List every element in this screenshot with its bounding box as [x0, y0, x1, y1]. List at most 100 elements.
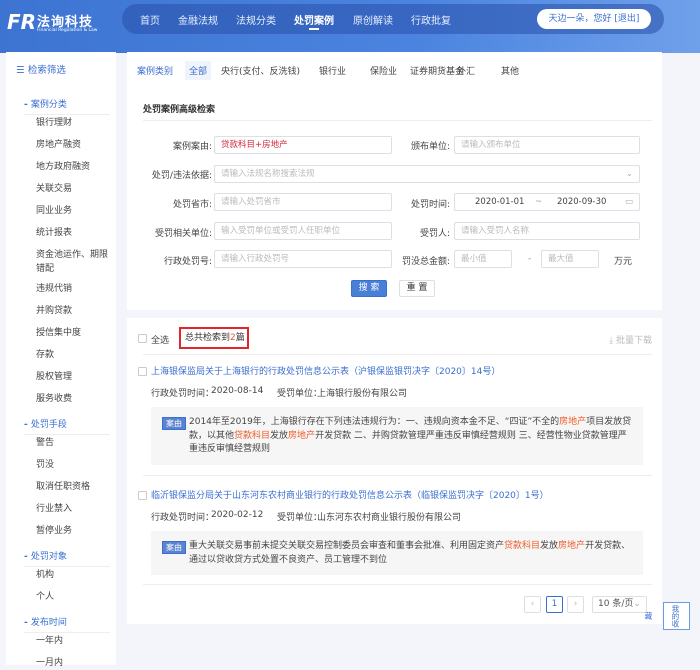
logo-subtext: Financial Regulation & Law — [37, 28, 98, 33]
penalty-time-label: 行政处罚时间： — [151, 389, 215, 399]
divider — [143, 120, 652, 121]
collapse-icon: - — [24, 100, 31, 110]
category-tab[interactable]: 全部 — [185, 61, 212, 80]
case-reason-input[interactable]: 贷款科目+房地产 — [214, 136, 392, 154]
page-size-select[interactable]: 10 条/页⌄ — [592, 596, 647, 613]
reset-button[interactable]: 重 置 — [399, 280, 435, 297]
date-separator: ~ — [535, 197, 543, 207]
amount-min-input[interactable]: 最小值 — [454, 250, 512, 268]
filter-item[interactable]: 一年内 — [36, 634, 111, 648]
date-range-picker[interactable]: 2020-01-01 ~ 2020-09-30 ▭ — [454, 193, 640, 211]
filter-section-title: 处罚对象 — [30, 552, 67, 562]
count-prefix: 总共检索到 — [185, 333, 231, 343]
filter-item[interactable]: 取消任职资格 — [36, 480, 111, 494]
batch-download-button[interactable]: ⤓ 批量下载 — [609, 333, 652, 346]
filter-item[interactable]: 机构 — [36, 568, 111, 582]
filter-item[interactable]: 授信集中度 — [36, 326, 111, 340]
select-all-checkbox[interactable] — [138, 334, 147, 343]
province-input[interactable]: 请输入处罚省市 — [214, 193, 392, 211]
filter-item[interactable]: 股权管理 — [36, 370, 111, 384]
nav-penalty-cases[interactable]: 处罚案例 — [294, 12, 334, 30]
person-label: 受罚人: — [419, 229, 450, 239]
person-input[interactable]: 请输入受罚人名称 — [454, 222, 640, 240]
nav-financial-laws[interactable]: 金融法规 — [178, 12, 218, 27]
filter-item[interactable]: 同业业务 — [36, 204, 111, 218]
date-to[interactable]: 2020-09-30 — [557, 194, 606, 210]
basis-select[interactable]: 请输入法规名称搜索法规 ⌄ — [214, 165, 640, 183]
filter-item[interactable]: 房地产融资 — [36, 138, 111, 152]
nav-original-analysis[interactable]: 原创解读 — [353, 12, 393, 27]
category-tab[interactable]: 其他 — [501, 64, 519, 77]
filter-item[interactable]: 资金池运作、期限错配 — [36, 248, 111, 276]
filter-item[interactable]: 个人 — [36, 590, 111, 604]
divider — [143, 584, 652, 585]
page-1-button[interactable]: 1 — [546, 596, 563, 613]
case-summary: 案由 重大关联交易事前未提交关联交易控制委员会审查和董事会批准、利用固定资产贷款科… — [151, 531, 643, 575]
divider — [143, 475, 652, 476]
filter-section-header[interactable]: - 案例分类 — [24, 97, 110, 115]
filter-item[interactable]: 违规代销 — [36, 282, 111, 296]
nav-admin-replies[interactable]: 行政批复 — [411, 12, 451, 27]
collapse-icon: - — [24, 618, 31, 628]
filter-section-header[interactable]: - 处罚手段 — [24, 417, 110, 435]
result-title-link[interactable]: 上海银保监局关于上海银行的行政处罚信息公示表（沪银保监银罚决字〔2020〕14号… — [151, 364, 500, 377]
filter-item[interactable]: 地方政府融资 — [36, 160, 111, 174]
amount-max-input[interactable]: 最大值 — [541, 250, 599, 268]
case-category-label: 案例类别 — [137, 67, 174, 77]
next-page-button[interactable]: › — [567, 596, 584, 613]
summary-text: 重大关联交易事前未提交关联交易控制委员会审查和董事会批准、利用固定资产 — [189, 541, 505, 551]
case-reason-tag: 案由 — [162, 541, 186, 554]
basis-placeholder: 请输入法规名称搜索法规 — [221, 169, 315, 179]
result-checkbox[interactable] — [138, 491, 147, 500]
amount-separator: - — [528, 254, 532, 264]
category-tab[interactable]: 外汇 — [457, 64, 475, 77]
filter-item[interactable]: 罚没 — [36, 458, 111, 472]
search-button[interactable]: 搜 索 — [351, 280, 387, 297]
category-tab[interactable]: 央行(支付、反洗钱) — [221, 64, 300, 77]
penalized-unit: 山东河东农村商业银行股份有限公司 — [317, 513, 462, 523]
highlight-keyword: 房地产 — [559, 417, 587, 427]
filter-item[interactable]: 银行理财 — [36, 116, 111, 130]
issuer-label: 颁布单位: — [410, 142, 450, 152]
nav-home[interactable]: 首页 — [140, 12, 160, 27]
case-reason-tag: 案由 — [162, 417, 186, 430]
filter-item[interactable]: 存款 — [36, 348, 111, 362]
favorites-button[interactable]: 我的收藏 — [644, 602, 690, 630]
filter-item[interactable]: 服务收费 — [36, 392, 111, 406]
filter-section-title: 案例分类 — [30, 100, 67, 110]
filter-section-header[interactable]: - 发布时间 — [24, 615, 110, 633]
date-from[interactable]: 2020-01-01 — [475, 194, 524, 210]
category-tab[interactable]: 证券期货基金 — [410, 64, 464, 77]
filter-item[interactable]: 统计报表 — [36, 226, 111, 240]
nav-law-category[interactable]: 法规分类 — [236, 12, 276, 27]
filter-header: ☰ 检索筛选 — [16, 62, 66, 76]
logo-mark: FR — [7, 10, 37, 34]
prev-page-button[interactable]: ‹ — [524, 596, 541, 613]
summary-text: 发放 — [540, 541, 559, 551]
batch-download-label: 批量下载 — [615, 336, 652, 346]
highlight-keyword: 房地产 — [288, 430, 316, 441]
result-count: 总共检索到2篇 — [179, 327, 249, 349]
unit-input[interactable]: 输入受罚单位或受罚人任职单位 — [214, 222, 392, 240]
user-greeting-logout[interactable]: 天边一朵，您好 [退出] — [537, 9, 651, 29]
issuer-input[interactable]: 请输入颁布单位 — [454, 136, 640, 154]
category-tab[interactable]: 保险业 — [370, 64, 397, 77]
filter-item[interactable]: 警告 — [36, 436, 111, 450]
result-title-link[interactable]: 临沂银保监分局关于山东河东农村商业银行的行政处罚信息公示表（临银保监罚决字〔20… — [151, 488, 549, 501]
summary-text: 2014年至2019年，上海银行存在下列违法违规行为：一、违规向资本金不足、“四… — [189, 417, 560, 427]
filter-section-header[interactable]: - 处罚对象 — [24, 549, 110, 567]
amount-unit: 万元 — [614, 257, 633, 267]
filter-item[interactable]: 暂停业务 — [36, 524, 111, 538]
filter-item[interactable]: 并购贷款 — [36, 304, 111, 318]
filter-item[interactable]: 行业禁入 — [36, 502, 111, 516]
collapse-icon: - — [24, 420, 31, 430]
number-input[interactable]: 请输入行政处罚号 — [214, 250, 392, 268]
filter-item[interactable]: 一月内 — [36, 656, 111, 670]
download-icon: ⤓ — [609, 336, 616, 346]
summary-text: 发放 — [270, 430, 289, 441]
result-checkbox[interactable] — [138, 367, 147, 376]
category-tab[interactable]: 银行业 — [319, 64, 346, 77]
filter-item[interactable]: 关联交易 — [36, 182, 111, 196]
collapse-icon: - — [24, 552, 31, 562]
filter-section-title: 处罚手段 — [30, 420, 67, 430]
